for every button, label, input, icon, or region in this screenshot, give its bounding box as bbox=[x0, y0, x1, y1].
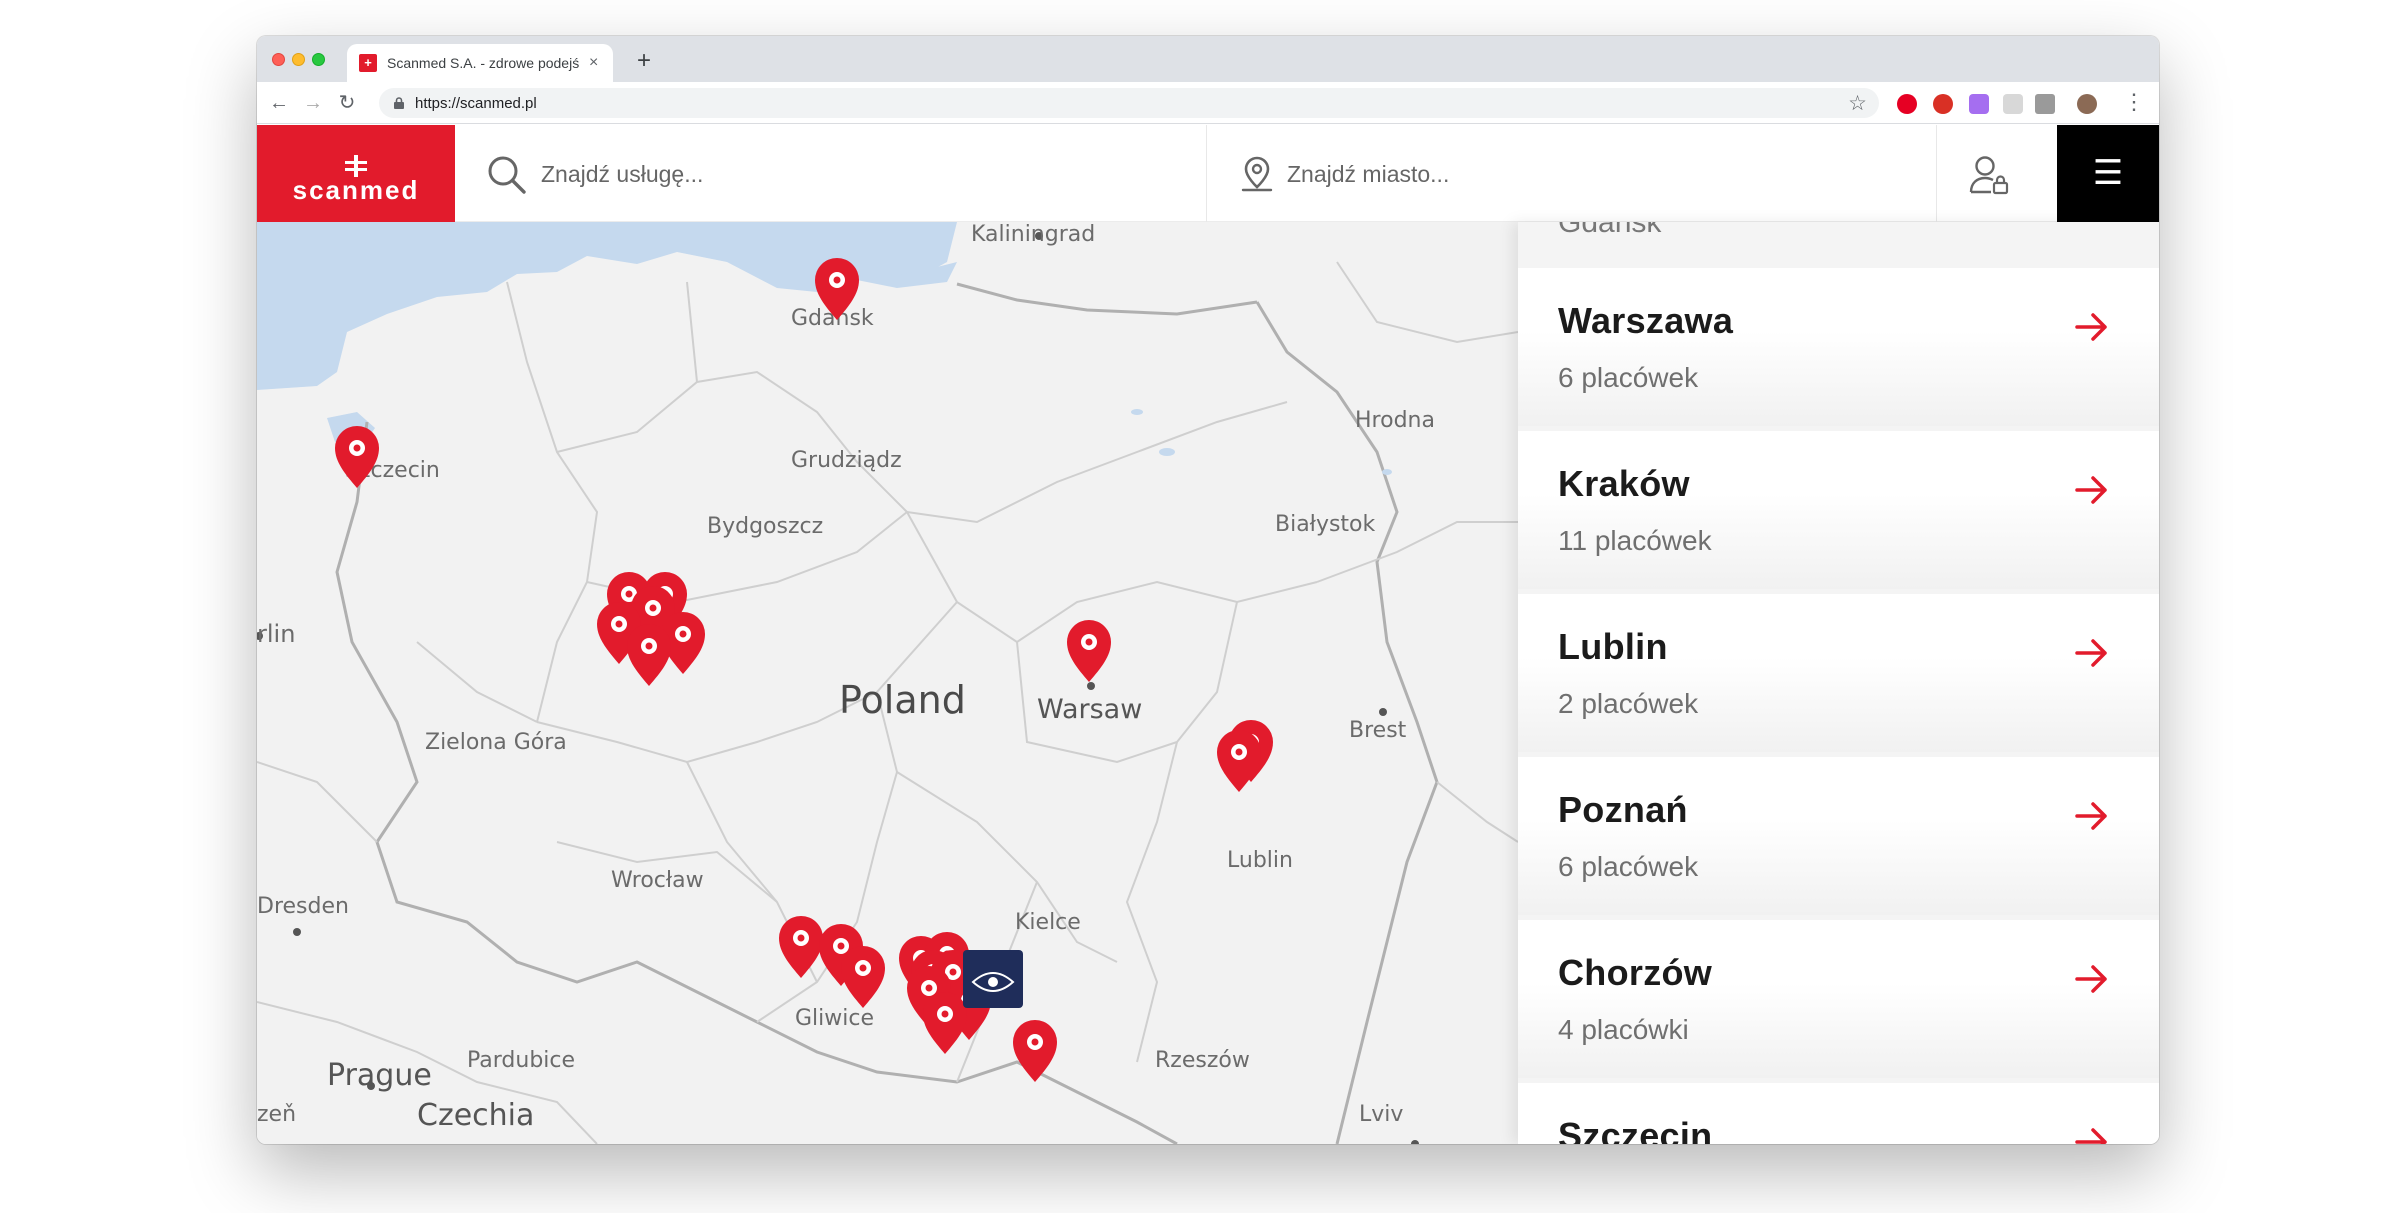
close-window-button[interactable] bbox=[272, 53, 285, 66]
logo-text: scanmed bbox=[292, 175, 420, 205]
city-card-chorzow[interactable]: Chorzów 4 placówki bbox=[1518, 920, 2159, 1078]
lock-icon bbox=[394, 97, 404, 109]
map-label-kaliningrad: Kaliningrad bbox=[971, 222, 1096, 247]
city-card-warszawa[interactable]: Warszawa 6 placówek bbox=[1518, 268, 2159, 426]
city-card-krakow[interactable]: Kraków 11 placówek bbox=[1518, 431, 2159, 589]
map-label-warsaw: Warsaw bbox=[1037, 694, 1143, 725]
map-label-prague: Prague bbox=[327, 1058, 432, 1093]
map-label-poland: Poland bbox=[839, 678, 966, 722]
city-count: 11 placówek bbox=[1558, 525, 1712, 556]
location-pin-icon bbox=[1241, 156, 1273, 192]
browser-tab[interactable]: + Scanmed S.A. - zdrowe podejś × bbox=[347, 44, 613, 82]
city-card-lublin[interactable]: Lublin 2 placówek bbox=[1518, 594, 2159, 752]
extension-icon[interactable] bbox=[2003, 94, 2023, 114]
map-label-gliwice: Gliwice bbox=[795, 1006, 875, 1031]
tab-title: Scanmed S.A. - zdrowe podejś bbox=[387, 55, 580, 71]
city-name: Warszawa bbox=[1558, 300, 1734, 341]
city-list-panel[interactable]: Gdańsk Warszawa 6 placówek Kraków 11 pla… bbox=[1518, 222, 2159, 1144]
city-card-szczecin[interactable]: Szczecin bbox=[1518, 1083, 2159, 1144]
extension-icon[interactable] bbox=[1933, 94, 1953, 114]
city-count: 4 placówki bbox=[1558, 1014, 1689, 1045]
city-name: Lublin bbox=[1558, 626, 1668, 667]
site-header: scanmed Znajdź usługę... Znajdź miasto..… bbox=[257, 125, 2159, 222]
arrow-right-icon[interactable] bbox=[2075, 475, 2109, 505]
minimize-window-button[interactable] bbox=[292, 53, 305, 66]
city-count: 2 placówek bbox=[1558, 688, 1699, 719]
city-name: Poznań bbox=[1558, 789, 1688, 830]
map-label-bydgoszcz: Bydgoszcz bbox=[707, 514, 824, 539]
city-name: Kraków bbox=[1558, 463, 1690, 504]
profile-avatar[interactable] bbox=[2077, 94, 2097, 114]
user-account-button[interactable] bbox=[1937, 125, 2039, 222]
map-label-szczecin: Szczecin bbox=[345, 458, 440, 483]
map-label-pardubice: Pardubice bbox=[467, 1048, 576, 1073]
map-label-dresden: Dresden bbox=[257, 894, 349, 919]
map-label-lviv: Lviv bbox=[1359, 1102, 1404, 1127]
map-label-berlin: rlin bbox=[257, 620, 296, 648]
forward-button[interactable]: → bbox=[299, 89, 327, 117]
favicon-icon: + bbox=[359, 54, 377, 72]
arrow-right-icon[interactable] bbox=[2075, 801, 2109, 831]
map-label-hrodna: Hrodna bbox=[1355, 408, 1435, 433]
maximize-window-button[interactable] bbox=[312, 53, 325, 66]
user-lock-icon bbox=[1969, 156, 2009, 195]
arrow-right-icon[interactable] bbox=[2075, 638, 2109, 668]
camera-extension-icon[interactable] bbox=[2035, 94, 2055, 114]
search-icon bbox=[488, 156, 526, 194]
service-search-placeholder: Znajdź usługę... bbox=[541, 161, 704, 187]
city-count: 6 placówek bbox=[1558, 851, 1699, 882]
extension-icon[interactable] bbox=[1969, 94, 1989, 114]
browser-window: + Scanmed S.A. - zdrowe podejś × + ← → ↻… bbox=[257, 36, 2159, 1144]
logo-cross-icon bbox=[345, 155, 367, 177]
map-label-czechia: Czechia bbox=[417, 1098, 535, 1133]
map-label-rzeszow: Rzeszów bbox=[1155, 1048, 1250, 1073]
map-label-wroclaw: Wrocław bbox=[611, 868, 704, 893]
new-tab-button[interactable]: + bbox=[629, 46, 659, 76]
city-list-partial-item: Gdańsk bbox=[1558, 222, 1662, 239]
map-label-lublin: Lublin bbox=[1227, 848, 1293, 873]
url-text: https://scanmed.pl bbox=[415, 95, 537, 112]
pinterest-extension-icon[interactable] bbox=[1897, 94, 1917, 114]
arrow-right-icon[interactable] bbox=[2075, 964, 2109, 994]
browser-menu-icon[interactable]: ⋮ bbox=[2123, 90, 2145, 114]
map-label-bialystok: Białystok bbox=[1275, 512, 1376, 537]
city-count: 6 placówek bbox=[1558, 362, 1699, 393]
city-search-field[interactable]: Znajdź miasto... bbox=[1207, 125, 1937, 222]
address-bar[interactable]: https://scanmed.pl ☆ bbox=[379, 88, 1879, 118]
browser-toolbar: ← → ↻ https://scanmed.pl ☆ ⋮ bbox=[257, 82, 2159, 124]
city-card-poznan[interactable]: Poznań 6 placówek bbox=[1518, 757, 2159, 915]
city-search-placeholder: Znajdź miasto... bbox=[1287, 161, 1450, 187]
locations-map[interactable]: Kaliningrad Gdansk Hrodna Szczecin Grudz… bbox=[257, 222, 1518, 1144]
map-label-zielona-gora: Zielona Góra bbox=[425, 730, 567, 755]
hamburger-menu-button[interactable]: ☰ bbox=[2057, 125, 2159, 222]
map-label-kielce: Kielce bbox=[1015, 910, 1081, 935]
arrow-right-icon[interactable] bbox=[2075, 312, 2109, 342]
bookmark-star-icon[interactable]: ☆ bbox=[1848, 91, 1867, 116]
tab-close-icon[interactable]: × bbox=[589, 54, 598, 72]
arrow-right-icon[interactable] bbox=[2075, 1127, 2109, 1144]
service-search-field[interactable]: Znajdź usługę... bbox=[455, 125, 1207, 222]
city-name: Szczecin bbox=[1558, 1115, 1713, 1144]
map-label-zen: zeň bbox=[257, 1102, 297, 1127]
scanmed-logo[interactable]: scanmed bbox=[257, 125, 455, 222]
reload-button[interactable]: ↻ bbox=[333, 89, 361, 117]
tab-strip: + Scanmed S.A. - zdrowe podejś × + bbox=[257, 36, 2159, 82]
city-name: Chorzów bbox=[1558, 952, 1713, 993]
map-label-gdansk: Gdansk bbox=[791, 306, 874, 331]
map-label-grudziadz: Grudziądz bbox=[791, 448, 902, 473]
back-button[interactable]: ← bbox=[265, 89, 293, 117]
map-label-brest: Brest bbox=[1349, 718, 1407, 743]
